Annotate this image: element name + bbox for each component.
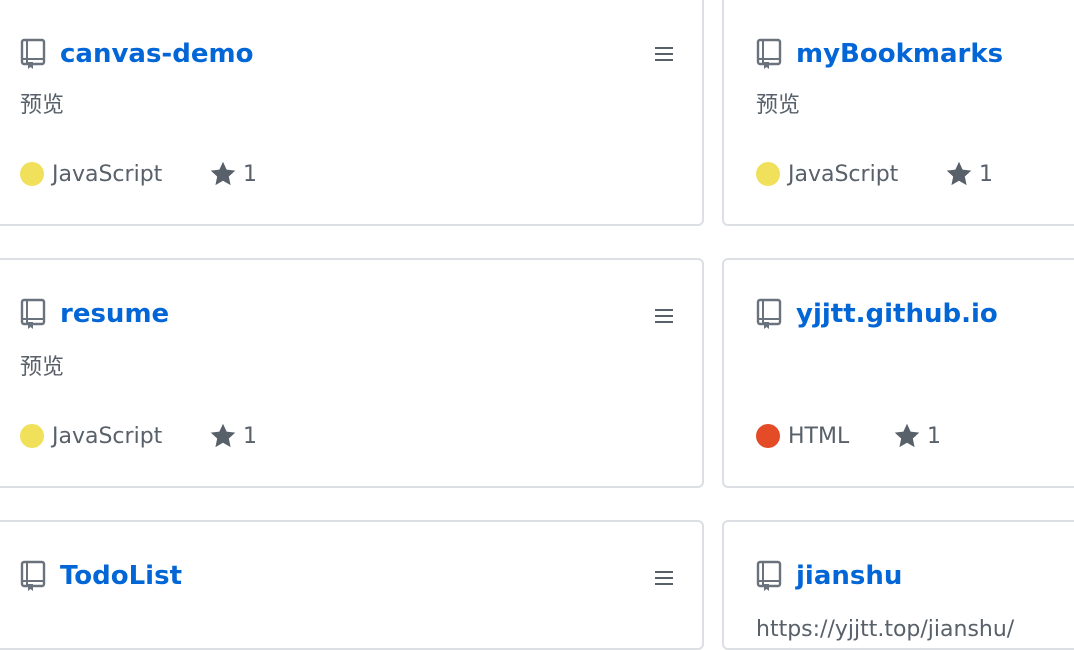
repo-card: jianshu https://yjjtt.top/jianshu/ [722,520,1074,650]
menu-icon[interactable] [655,308,673,324]
repo-name-link[interactable]: jianshu [796,560,902,592]
repo-description: 预览 [20,355,65,380]
language-color-dot [756,424,780,448]
repo-icon [756,298,782,329]
language-label: JavaScript [788,162,899,187]
repo-description: https://yjjtt.top/jianshu/ [756,617,1015,642]
star-count[interactable]: 1 [243,161,257,189]
repo-description: 预览 [20,93,65,118]
star-count[interactable]: 1 [243,423,257,451]
star-icon[interactable] [945,160,973,188]
repo-name-link[interactable]: canvas-demo [60,38,253,70]
language-label: JavaScript [52,162,163,187]
repo-icon [20,560,46,591]
star-icon[interactable] [209,160,237,188]
menu-icon[interactable] [655,46,673,62]
language-color-dot [20,424,44,448]
repo-icon [20,298,46,329]
repo-card: yjjtt.github.io HTML 1 [722,258,1074,488]
repo-name-link[interactable]: TodoList [60,560,182,592]
repo-card: resume 预览 JavaScript 1 [0,258,704,488]
repo-card: myBookmarks 预览 JavaScript 1 [722,0,1074,226]
repo-card: TodoList [0,520,704,650]
language-color-dot [756,162,780,186]
star-count[interactable]: 1 [927,423,941,451]
star-icon[interactable] [893,422,921,450]
language-color-dot [20,162,44,186]
language-label: JavaScript [52,424,163,449]
repo-description: 预览 [756,93,801,118]
star-count[interactable]: 1 [979,161,993,189]
repo-icon [20,38,46,69]
menu-icon[interactable] [655,570,673,586]
repo-name-link[interactable]: myBookmarks [796,38,1003,70]
repo-name-link[interactable]: resume [60,298,169,330]
repo-card: canvas-demo 预览 JavaScript 1 [0,0,704,226]
language-label: HTML [788,424,850,449]
repo-name-link[interactable]: yjjtt.github.io [796,298,998,330]
repo-icon [756,560,782,591]
repo-icon [756,38,782,69]
star-icon[interactable] [209,422,237,450]
